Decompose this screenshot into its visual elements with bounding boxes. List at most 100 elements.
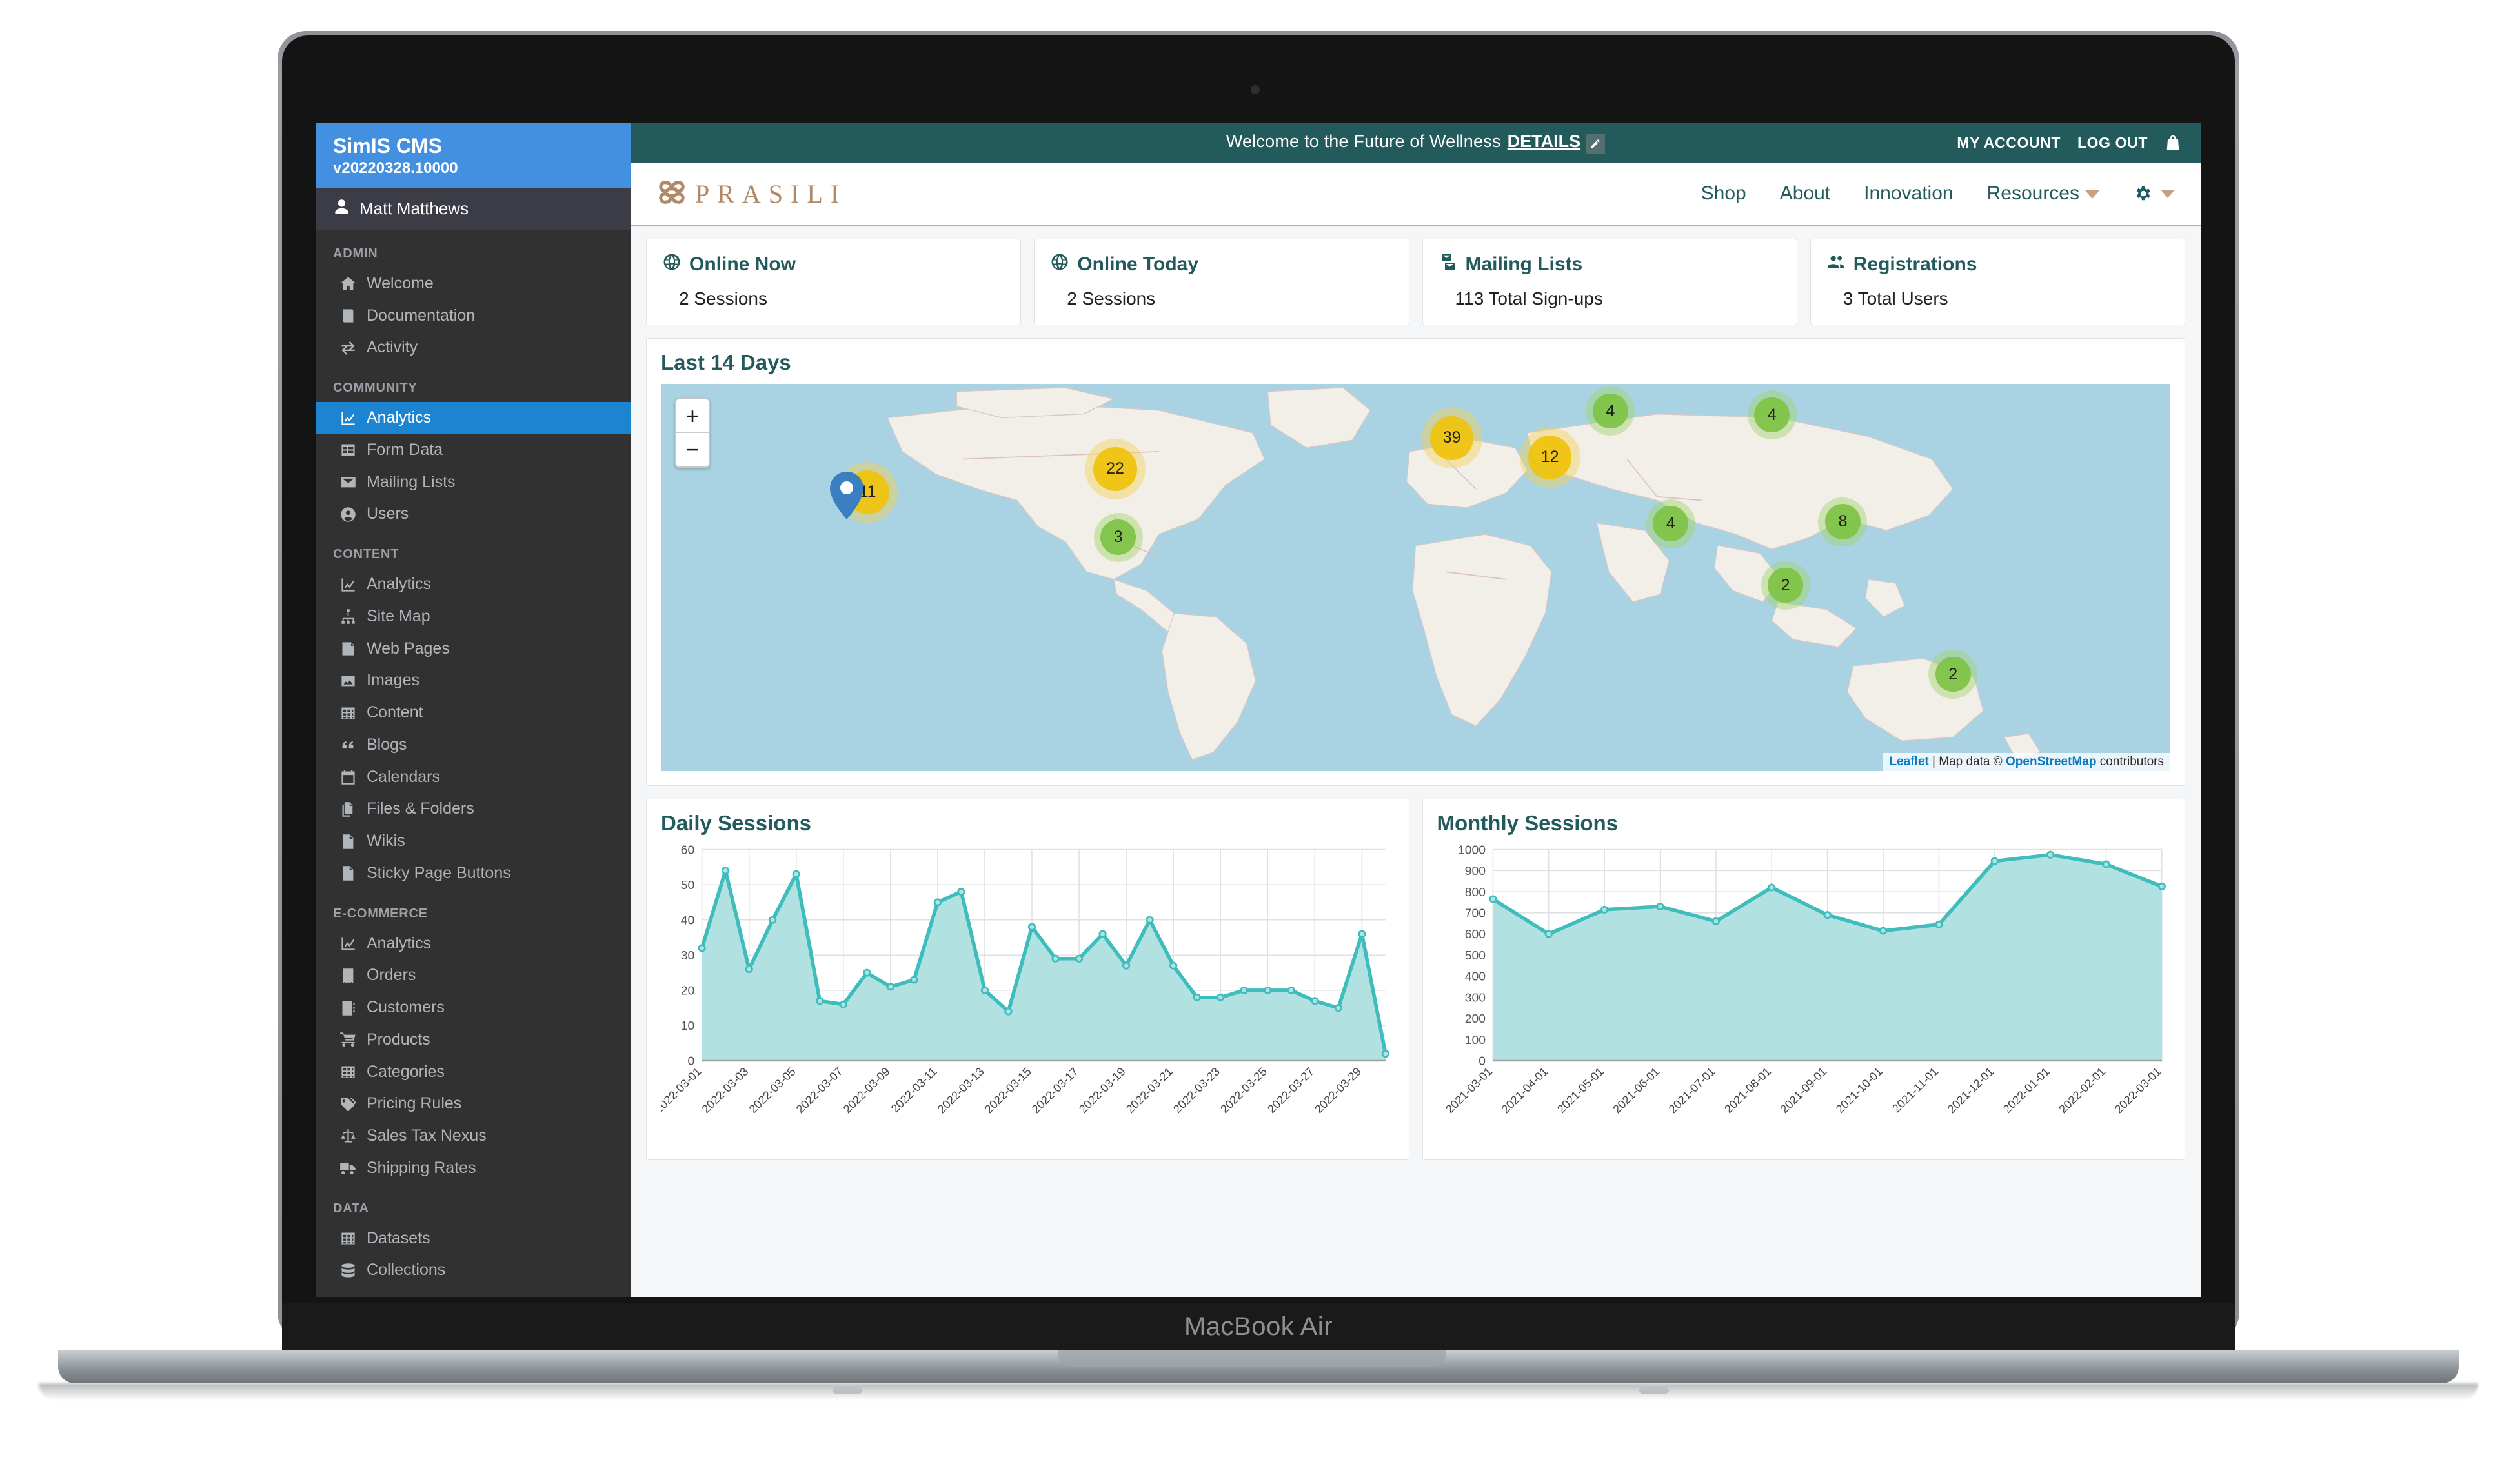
grid-icon bbox=[338, 1063, 358, 1082]
sidebar-item-analytics[interactable]: Analytics bbox=[316, 568, 631, 601]
map-cluster-marker[interactable]: 4 bbox=[1747, 390, 1797, 439]
map-home-pin-icon[interactable] bbox=[829, 472, 863, 519]
sidebar-item-products[interactable]: Products bbox=[316, 1024, 631, 1056]
map-cluster-count: 12 bbox=[1528, 436, 1572, 479]
sidebar-item-collections[interactable]: Collections bbox=[316, 1254, 631, 1287]
svg-text:2022-03-19: 2022-03-19 bbox=[1076, 1065, 1128, 1116]
svg-text:2022-03-05: 2022-03-05 bbox=[747, 1065, 798, 1116]
leaflet-link[interactable]: Leaflet bbox=[1890, 755, 1929, 768]
announcement-details-link[interactable]: DETAILS bbox=[1508, 132, 1581, 151]
site-nav-innovation[interactable]: Innovation bbox=[1864, 183, 1953, 205]
sidebar-item-analytics[interactable]: Analytics bbox=[316, 402, 631, 434]
sidebar-item-label: Customers bbox=[367, 998, 445, 1017]
site-nav-label: Resources bbox=[1986, 183, 2079, 204]
sidebar-item-wikis[interactable]: Wikis bbox=[316, 825, 631, 857]
chevron-down-icon bbox=[2085, 190, 2099, 199]
openstreetmap-link[interactable]: OpenStreetMap bbox=[2006, 755, 2096, 768]
sidebar-item-files-folders[interactable]: Files & Folders bbox=[316, 793, 631, 825]
cms-brand-block[interactable]: SimIS CMS v20220328.10000 bbox=[316, 123, 631, 188]
edit-icon[interactable] bbox=[1586, 134, 1606, 154]
sidebar-item-label: Categories bbox=[367, 1062, 445, 1081]
map-cluster-marker[interactable]: 12 bbox=[1519, 427, 1580, 488]
sidebar-current-user[interactable]: Matt Matthews bbox=[316, 188, 631, 230]
envelope-icon bbox=[338, 473, 358, 492]
gear-icon[interactable] bbox=[2133, 184, 2152, 203]
svg-text:2021-09-01: 2021-09-01 bbox=[1777, 1065, 1829, 1116]
site-logo-text: PRASILI bbox=[695, 179, 847, 208]
my-account-link[interactable]: MY ACCOUNT bbox=[1957, 134, 2061, 152]
sidebar-section-header: ADMIN bbox=[333, 246, 378, 261]
shopping-bag-icon[interactable] bbox=[2165, 133, 2181, 152]
sidebar-item-customers[interactable]: Customers bbox=[316, 992, 631, 1024]
map-cluster-marker[interactable]: 2 bbox=[1928, 650, 1978, 699]
map-cluster-marker[interactable]: 3 bbox=[1093, 512, 1143, 562]
leaflet-map[interactable]: + − 11 22 3 39 12 4 4 4 8 2 2 Leaflet | Map data © bbox=[661, 384, 2170, 771]
svg-text:30: 30 bbox=[681, 949, 694, 963]
stat-card-row: Online Now 2 Sessions Online Today 2 Sessio… bbox=[646, 239, 2185, 325]
sidebar-item-content[interactable]: Content bbox=[316, 697, 631, 729]
svg-text:2022-03-09: 2022-03-09 bbox=[841, 1065, 893, 1116]
map-cluster-marker[interactable]: 4 bbox=[1586, 386, 1635, 436]
quote-icon bbox=[338, 736, 358, 755]
site-settings-menu[interactable] bbox=[2133, 184, 2175, 203]
sidebar-item-shipping-rates[interactable]: Shipping Rates bbox=[316, 1152, 631, 1185]
sidebar-item-datasets[interactable]: Datasets bbox=[316, 1223, 631, 1255]
sidebar-item-orders[interactable]: Orders bbox=[316, 959, 631, 992]
map-zoom-out-button[interactable]: − bbox=[676, 433, 709, 466]
sidebar-item-mailing-lists[interactable]: Mailing Lists bbox=[316, 466, 631, 499]
sidebar-item-site-map[interactable]: Site Map bbox=[316, 601, 631, 633]
svg-text:2022-03-25: 2022-03-25 bbox=[1218, 1065, 1269, 1116]
stat-card[interactable]: Registrations 3 Total Users bbox=[1810, 239, 2185, 325]
sidebar-item-categories[interactable]: Categories bbox=[316, 1056, 631, 1088]
map-cluster-marker[interactable]: 2 bbox=[1761, 561, 1810, 610]
sidebar-item-welcome[interactable]: Welcome bbox=[316, 268, 631, 300]
sidebar-item-documentation[interactable]: Documentation bbox=[316, 300, 631, 332]
sidebar-item-web-pages[interactable]: Web Pages bbox=[316, 633, 631, 665]
map-cluster-count: 22 bbox=[1093, 447, 1137, 491]
stat-card[interactable]: Mailing Lists 113 Total Sign-ups bbox=[1422, 239, 1797, 325]
site-nav-shop[interactable]: Shop bbox=[1701, 183, 1746, 205]
site-nav-about[interactable]: About bbox=[1780, 183, 1830, 205]
sidebar-item-label: Web Pages bbox=[367, 639, 450, 657]
svg-text:2022-03-29: 2022-03-29 bbox=[1312, 1065, 1364, 1116]
main-pane: Welcome to the Future of Wellness DETAILS… bbox=[631, 123, 2201, 1297]
site-nav-label: Innovation bbox=[1864, 183, 1954, 204]
log-out-link[interactable]: LOG OUT bbox=[2077, 134, 2148, 152]
svg-text:2022-03-23: 2022-03-23 bbox=[1171, 1065, 1222, 1116]
map-zoom-in-button[interactable]: + bbox=[676, 399, 709, 433]
sidebar-item-pricing-rules[interactable]: Pricing Rules bbox=[316, 1088, 631, 1120]
sidebar-section-header: DATA bbox=[333, 1201, 369, 1216]
site-logo[interactable]: PRASILI bbox=[659, 179, 847, 209]
site-nav-resources[interactable]: Resources bbox=[1987, 183, 2099, 205]
sidebar-item-images[interactable]: Images bbox=[316, 665, 631, 697]
svg-text:60: 60 bbox=[681, 843, 694, 857]
admin-sidebar: SimIS CMS v20220328.10000 Matt Matthews … bbox=[316, 123, 631, 1297]
stat-card-title: Mailing Lists bbox=[1439, 252, 1781, 277]
svg-text:400: 400 bbox=[1464, 970, 1485, 984]
svg-text:2021-08-01: 2021-08-01 bbox=[1722, 1065, 1773, 1116]
map-cluster-marker[interactable]: 4 bbox=[1646, 499, 1695, 548]
sidebar-item-analytics[interactable]: Analytics bbox=[316, 928, 631, 960]
announcement-account-links: MY ACCOUNT LOG OUT bbox=[1957, 123, 2181, 163]
sidebar-item-blogs[interactable]: Blogs bbox=[316, 729, 631, 761]
svg-text:2022-03-13: 2022-03-13 bbox=[935, 1065, 987, 1116]
laptop-base-notch bbox=[1058, 1350, 1446, 1367]
sidebar-item-label: Files & Folders bbox=[367, 799, 474, 818]
chart-line-icon bbox=[338, 934, 358, 954]
sidebar-item-label: Shipping Rates bbox=[367, 1158, 476, 1177]
sidebar-item-form-data[interactable]: Form Data bbox=[316, 434, 631, 466]
stat-card[interactable]: Online Today 2 Sessions bbox=[1034, 239, 1409, 325]
calendar-icon bbox=[338, 768, 358, 787]
stat-card-title: Registrations bbox=[1826, 252, 2169, 277]
sidebar-item-calendars[interactable]: Calendars bbox=[316, 761, 631, 794]
map-cluster-marker[interactable]: 8 bbox=[1818, 497, 1868, 546]
sidebar-item-sticky-page-buttons[interactable]: Sticky Page Buttons bbox=[316, 857, 631, 890]
stat-card[interactable]: Online Now 2 Sessions bbox=[646, 239, 1022, 325]
map-cluster-marker[interactable]: 22 bbox=[1085, 439, 1146, 499]
sidebar-item-label: Sales Tax Nexus bbox=[367, 1127, 487, 1145]
svg-text:2022-03-03: 2022-03-03 bbox=[699, 1065, 751, 1116]
map-cluster-marker[interactable]: 39 bbox=[1421, 408, 1482, 468]
sidebar-item-sales-tax-nexus[interactable]: Sales Tax Nexus bbox=[316, 1120, 631, 1152]
sidebar-item-activity[interactable]: Activity bbox=[316, 332, 631, 364]
sidebar-item-users[interactable]: Users bbox=[316, 498, 631, 530]
